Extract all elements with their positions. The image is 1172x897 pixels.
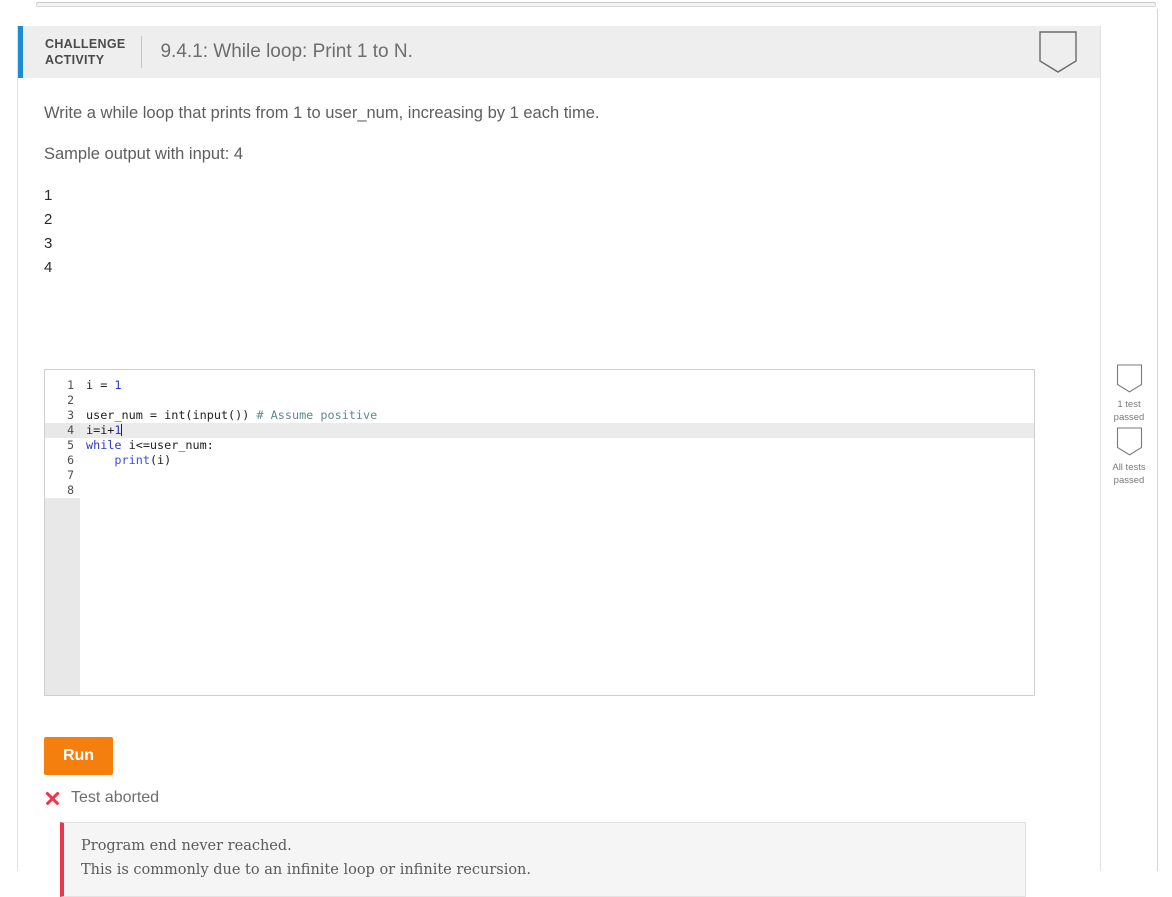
activity-body: Write a while loop that prints from 1 to… [18,78,1100,280]
editor-code-line[interactable] [80,393,1034,408]
code-token: i=i+ [86,423,115,437]
test-badge-rail: 1 test passed All tests passed [1101,26,1157,871]
sample-output-label: Sample output with input: 4 [44,145,244,163]
activity-kicker-line2: ACTIVITY [45,53,105,67]
banner-badge-icon [1116,364,1142,393]
error-output-line: Program end never reached. [81,838,292,854]
editor-code-line[interactable]: while i<=user_num: [80,438,1034,453]
editor-line-number: 4 [45,423,80,438]
editor-line-number: 8 [67,483,74,497]
badge-all-tests-passed-text: All tests passed [1101,461,1157,487]
page-title: 9.4.1: While loop: Print 1 to N. [160,41,413,62]
badge-line2: passed [1113,412,1145,424]
sample-output-line: 4 [44,259,53,276]
code-token: i<=user_num: [121,438,214,452]
error-output-panel: Program end never reached. This is commo… [60,822,1026,897]
badge-one-test-passed: 1 test passed [1101,364,1157,424]
editor-line-number: 2 [67,393,74,407]
text-caret [120,424,122,436]
sample-output-line: 3 [44,235,53,252]
challenge-activity-card: CHALLENGE ACTIVITY 9.4.1: While loop: Pr… [17,26,1101,897]
editor-code-line[interactable] [80,483,1034,498]
editor-line-number: 3 [67,408,74,422]
code-token: print [114,453,150,467]
code-token: i = [86,378,115,392]
code-token: # Assume positive [256,408,378,422]
x-mark-icon [44,790,61,807]
editor-code-line[interactable]: i=i+1 [80,423,1034,438]
editor-line-number: 7 [67,468,74,482]
top-strip-bar [36,2,1156,7]
activity-kicker-line1: CHALLENGE [45,37,126,51]
sample-output-line: 2 [44,211,53,228]
badge-one-test-passed-text: 1 test passed [1101,398,1157,424]
banner-badge-icon [1038,31,1078,73]
code-token: while [86,438,122,452]
badge-all-tests-passed: All tests passed [1101,427,1157,487]
editor-code-line[interactable]: user_num = int(input()) # Assume positiv… [80,408,1034,423]
activity-header: CHALLENGE ACTIVITY 9.4.1: While loop: Pr… [18,26,1100,78]
code-token: (i) [149,453,172,467]
badge-line1: All tests [1112,462,1146,473]
activity-kicker: CHALLENGE ACTIVITY [23,26,141,78]
banner-badge-icon [1116,427,1142,456]
editor-line-number: 1 [67,378,74,392]
run-button[interactable]: Run [44,737,113,775]
test-status-label: Test aborted [71,789,160,806]
editor-code-line[interactable]: print(i) [80,453,1034,468]
sample-output-block: 1 2 3 4 [44,184,1074,280]
editor-line-number: 5 [67,438,74,452]
code-token: user_num = int(input()) [86,408,257,422]
badge-line1: 1 test [1117,399,1141,410]
editor-line-number-list: 1 2 3 4 5 6 7 8 [45,370,80,498]
code-editor[interactable]: 1 2 3 4 5 6 7 8 i = 1 user_num = int(inp… [44,369,1035,696]
sample-output-line: 1 [44,187,53,204]
code-token: 1 [114,378,122,392]
page-scrollbar-track[interactable] [1157,9,1172,871]
instruction-prompt: Write a while loop that prints from 1 to… [44,104,600,122]
test-status: Test aborted [44,789,159,807]
editor-code-line[interactable] [80,468,1034,483]
editor-code-line[interactable]: i = 1 [80,378,1034,393]
editor-line-number: 6 [67,453,74,467]
editor-gutter: 1 2 3 4 5 6 7 8 [45,370,80,695]
badge-line2: passed [1113,475,1145,487]
page-top-strip [0,0,1172,9]
editor-code-area[interactable]: i = 1 user_num = int(input()) # Assume p… [80,370,1034,695]
